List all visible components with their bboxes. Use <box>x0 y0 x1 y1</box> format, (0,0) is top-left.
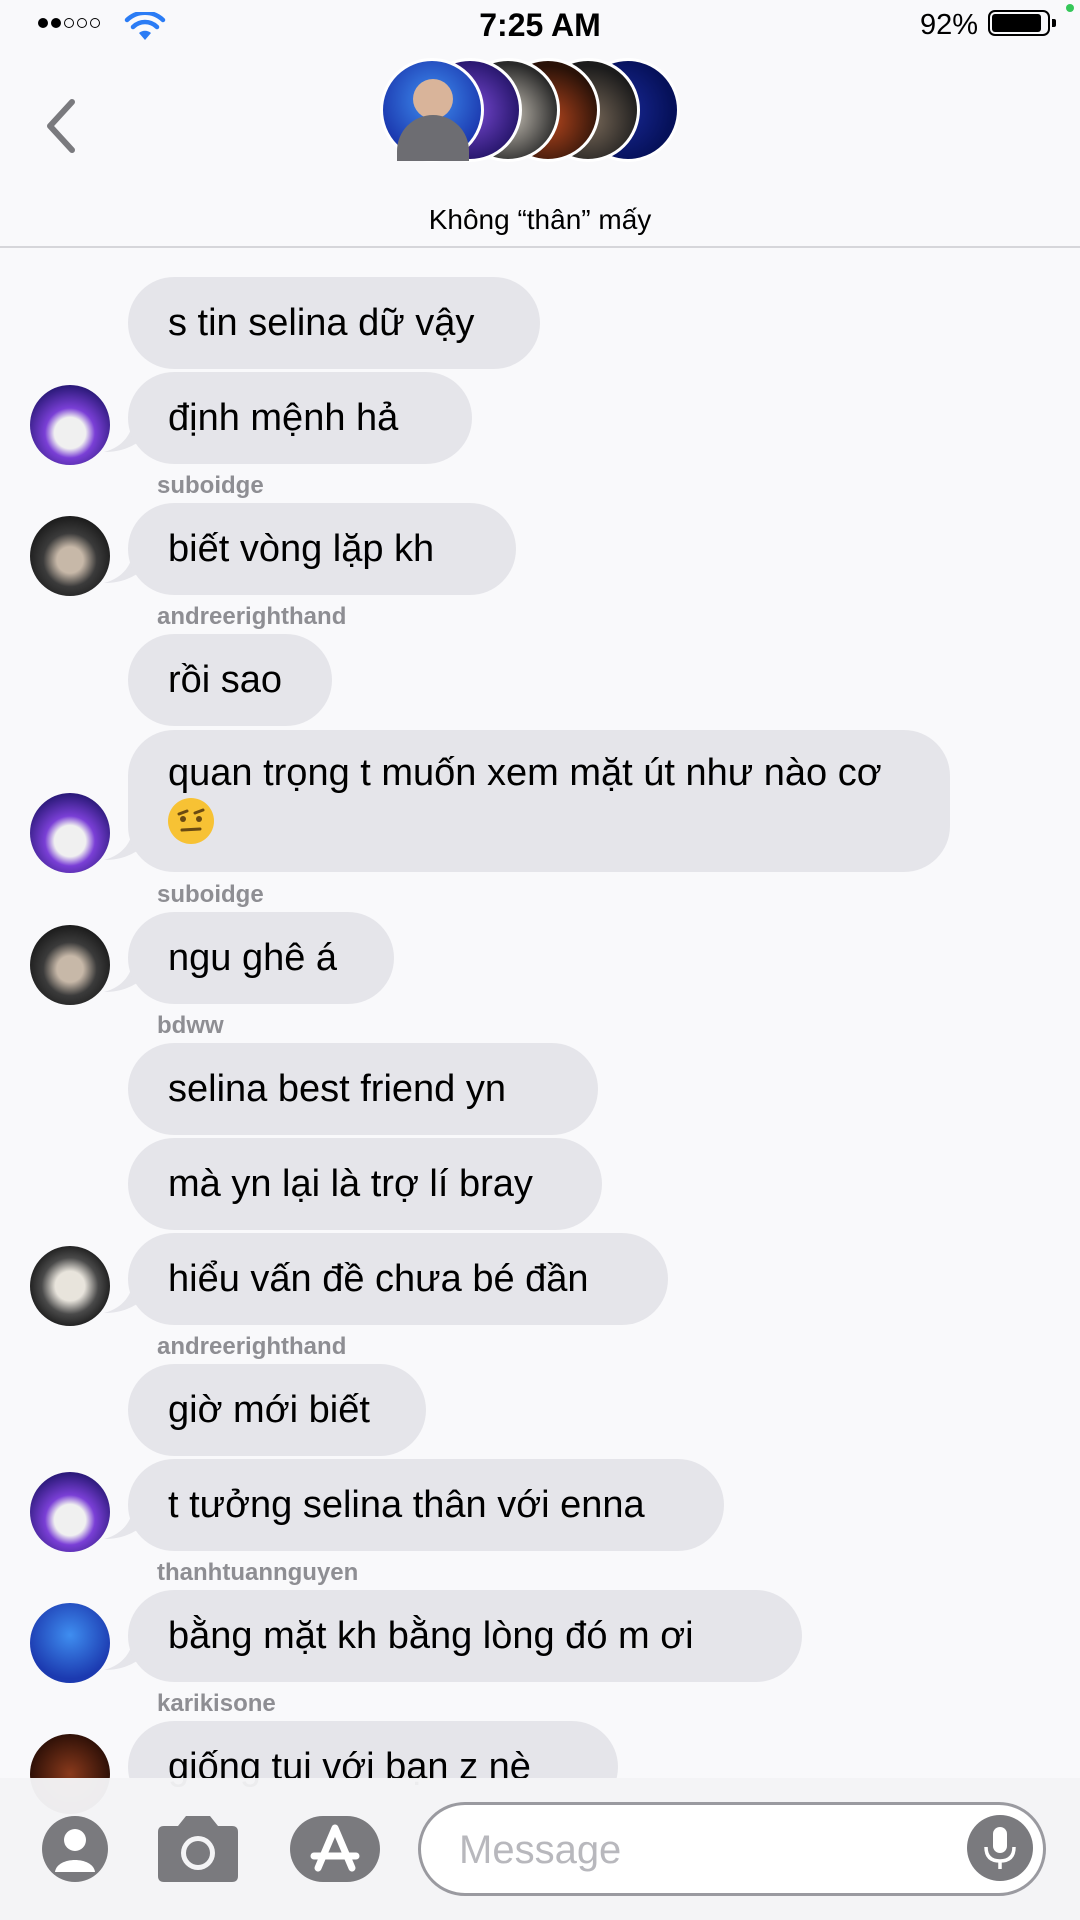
message-bubble[interactable]: hiểu vấn đề chưa bé đần <box>128 1233 668 1325</box>
contact-icon[interactable] <box>42 1816 108 1882</box>
sender-name: thanhtuannguyen <box>157 1559 359 1586</box>
camera-in-use-indicator <box>1066 4 1074 12</box>
sender-avatar[interactable] <box>30 516 110 596</box>
sender-avatar[interactable] <box>30 385 110 465</box>
message-bubble[interactable]: selina best friend yn <box>128 1043 598 1135</box>
sender-name: karikisone <box>157 1690 276 1717</box>
sender-name: suboidge <box>157 881 264 908</box>
sender-avatar[interactable] <box>30 925 110 1005</box>
message-bubble[interactable]: mà yn lại là trợ lí bray <box>128 1138 602 1230</box>
sender-name: suboidge <box>157 472 264 499</box>
sender-avatar[interactable] <box>30 793 110 873</box>
message-bubble[interactable]: s tin selina dữ vậy <box>128 277 540 369</box>
message-input[interactable] <box>457 1825 941 1875</box>
message-bubble[interactable]: định mệnh hả <box>128 372 472 464</box>
message-bubble[interactable]: biết vòng lặp kh <box>128 503 516 595</box>
message-bubble[interactable]: rồi sao <box>128 634 332 726</box>
sender-avatar[interactable] <box>30 1603 110 1683</box>
sender-name: andreerighthand <box>157 1333 347 1360</box>
conversation-header: Không “thân” mấy <box>0 50 1080 248</box>
sender-avatar[interactable] <box>30 1246 110 1326</box>
sender-avatar[interactable] <box>30 1472 110 1552</box>
raised-eyebrow-emoji-icon <box>168 797 214 844</box>
microphone-icon[interactable] <box>967 1815 1033 1881</box>
message-bubble[interactable]: giờ mới biết <box>128 1364 426 1456</box>
compose-bar <box>0 1778 1080 1920</box>
back-chevron-icon[interactable] <box>42 96 82 156</box>
message-text: quan trọng t muốn xem mặt út như nào cơ <box>168 752 882 794</box>
battery-percentage: 92% <box>919 9 978 41</box>
sender-name: bdww <box>157 1012 224 1039</box>
status-time: 7:25 AM <box>479 7 601 43</box>
sender-name: andreerighthand <box>157 603 347 630</box>
app-store-icon[interactable] <box>290 1816 380 1882</box>
message-bubble[interactable]: t tưởng selina thân với enna <box>128 1459 724 1551</box>
message-bubble[interactable]: bằng mặt kh bằng lòng đó m ơi <box>128 1590 802 1682</box>
message-input-field[interactable] <box>418 1802 1046 1896</box>
group-avatars[interactable] <box>380 58 680 166</box>
battery-icon <box>988 10 1056 36</box>
message-bubble[interactable]: quan trọng t muốn xem mặt út như nào cơ <box>128 730 950 872</box>
group-name[interactable]: Không “thân” mấy <box>0 204 1080 236</box>
message-bubble[interactable]: ngu ghê á <box>128 912 394 1004</box>
status-bar: 7:25 AM 92% <box>0 0 1080 50</box>
camera-icon[interactable] <box>154 1814 242 1884</box>
